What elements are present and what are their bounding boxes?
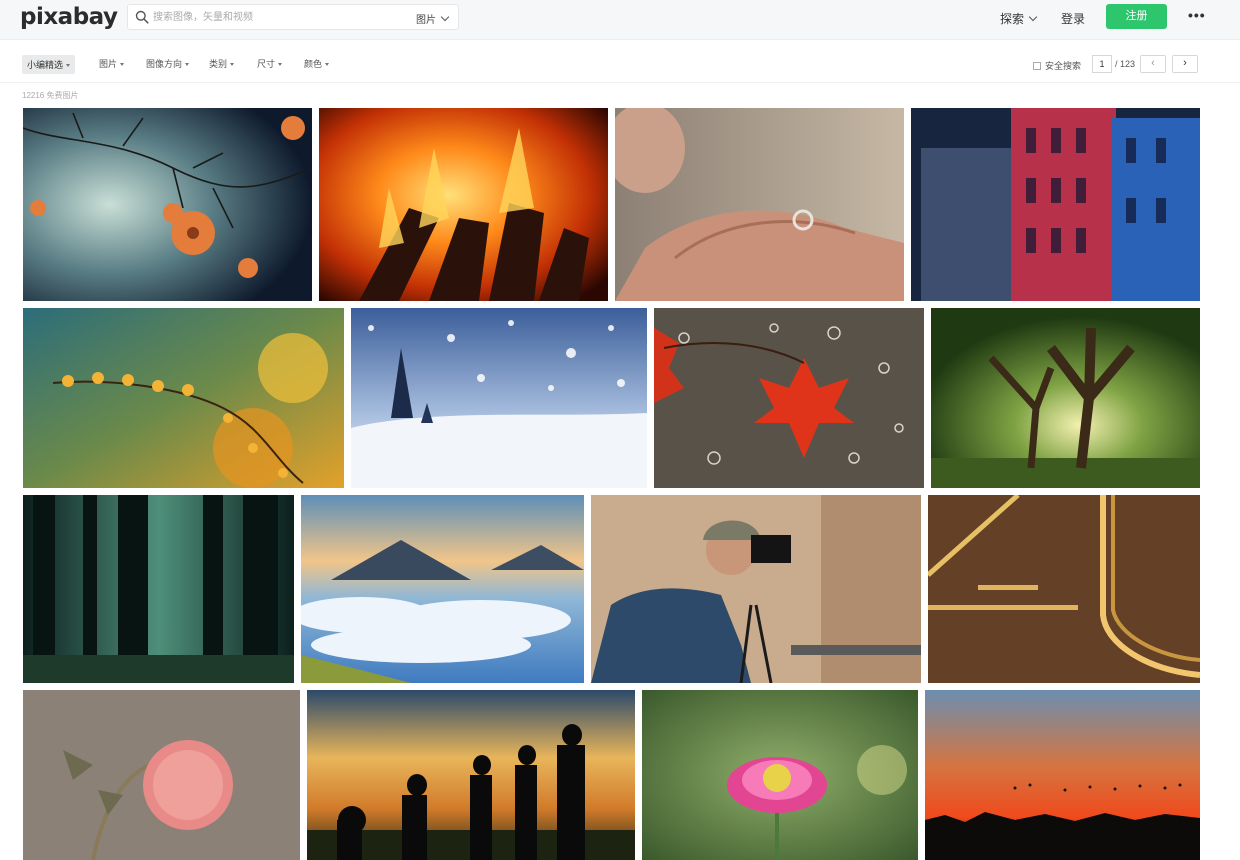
filter-label: 尺寸 (257, 59, 276, 69)
photo-pink-flower (642, 690, 918, 860)
page-total: / 123 (1115, 59, 1136, 69)
filter-label: 小编精选 (27, 60, 64, 70)
filter-category[interactable]: 类别 (209, 57, 235, 70)
image-colorful-buildings[interactable] (911, 108, 1200, 301)
login-link[interactable]: 登录 (1061, 10, 1085, 27)
signup-button[interactable]: 注册 (1106, 4, 1167, 29)
filter-label: 图片 (99, 59, 118, 69)
image-ring-hands[interactable] (615, 108, 904, 301)
filter-editors-choice[interactable]: 小编精选 (22, 55, 76, 74)
image-giant-tree[interactable] (931, 308, 1200, 488)
filter-label: 类别 (209, 59, 228, 69)
photo-branch (23, 308, 344, 488)
image-rail-tracks[interactable] (928, 495, 1200, 683)
explore-label: 探索 (1000, 12, 1025, 26)
explore-menu[interactable]: 探索 (1000, 10, 1038, 27)
photo-forest (23, 495, 294, 683)
caret-down-icon (66, 63, 71, 67)
image-sunset-birds[interactable] (925, 690, 1200, 860)
image-frosted-flower[interactable] (23, 690, 300, 860)
filter-label: 图像方向 (146, 59, 183, 69)
photo-flowers (23, 108, 312, 301)
chevron-down-icon (1028, 12, 1038, 22)
photo-photographer (591, 495, 921, 683)
photo-ring (615, 108, 904, 301)
safe-search-checkbox[interactable] (1033, 61, 1041, 70)
caret-down-icon (325, 62, 330, 66)
filter-color[interactable]: 颜色 (304, 57, 330, 70)
search-icon (135, 10, 149, 24)
filter-images[interactable]: 图片 (99, 57, 125, 70)
filter-label: 颜色 (304, 59, 323, 69)
photo-snow (351, 308, 647, 488)
image-flowers-bokeh[interactable] (23, 108, 312, 301)
caret-down-icon (185, 62, 190, 66)
photo-fire (319, 108, 608, 301)
image-snowy-tree[interactable] (351, 308, 647, 488)
image-evolution-silhouettes[interactable] (307, 690, 635, 860)
image-mountains-clouds[interactable] (301, 495, 584, 683)
photo-buildings (911, 108, 1200, 301)
image-dark-forest[interactable] (23, 495, 294, 683)
prev-page-button[interactable]: ‹ (1140, 55, 1166, 73)
search-type-dropdown[interactable]: 图片 (416, 11, 450, 26)
search-bar[interactable]: 图片 (127, 4, 459, 30)
chevron-down-icon (440, 12, 450, 22)
search-input[interactable] (153, 8, 403, 26)
photo-mountains (301, 495, 584, 683)
pixabay-logo[interactable]: pixabay (20, 4, 118, 30)
next-page-button[interactable]: › (1172, 55, 1198, 73)
safe-search-label: 安全搜索 (1045, 61, 1082, 71)
photo-tracks (928, 495, 1200, 683)
photo-leaf (654, 308, 924, 488)
filter-size[interactable]: 尺寸 (257, 57, 283, 70)
photo-sunset (925, 690, 1200, 860)
safe-search-toggle[interactable]: 安全搜索 (1033, 59, 1081, 72)
photo-tree (931, 308, 1200, 488)
photo-silhouettes (307, 690, 635, 860)
caret-down-icon (120, 62, 125, 66)
image-maple-leaf-raindrops[interactable] (654, 308, 924, 488)
image-pink-flower[interactable] (642, 690, 918, 860)
image-autumn-branch[interactable] (23, 308, 344, 488)
filter-bar: 小编精选 图片 图像方向 类别 尺寸 颜色 安全搜索 1 / 123 ‹ › (0, 41, 1240, 83)
result-count: 12216 免费图片 (22, 91, 79, 100)
image-campfire[interactable] (319, 108, 608, 301)
filter-orientation[interactable]: 图像方向 (146, 57, 190, 70)
more-menu-icon[interactable]: ••• (1188, 7, 1206, 23)
caret-down-icon (230, 62, 235, 66)
photo-frosted (23, 690, 300, 860)
caret-down-icon (278, 62, 283, 66)
search-type-label: 图片 (416, 15, 436, 26)
page-number-input[interactable]: 1 (1092, 55, 1112, 73)
image-photographer[interactable] (591, 495, 921, 683)
top-header: pixabay 图片 探索 登录 注册 ••• (0, 0, 1240, 40)
